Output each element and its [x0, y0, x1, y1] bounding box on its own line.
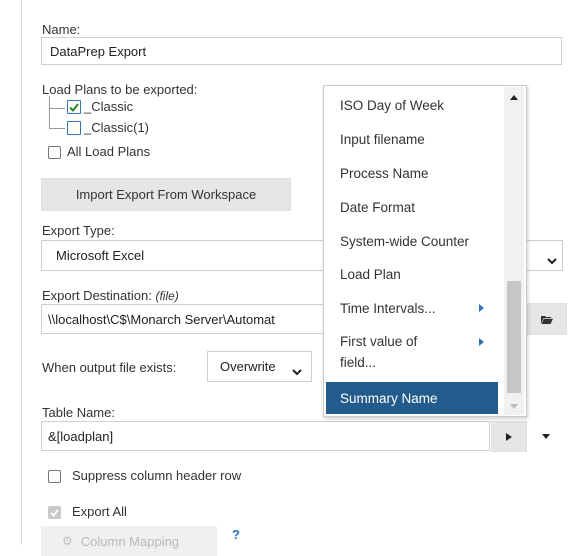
load-plan-checkbox-classic[interactable] — [67, 100, 81, 114]
checkmark-icon — [69, 102, 79, 112]
submenu-arrow-icon — [479, 304, 484, 312]
menu-item-first-value-of-field[interactable]: First value of field... — [326, 326, 498, 378]
scroll-up-icon[interactable] — [510, 95, 518, 100]
scroll-down-icon[interactable] — [510, 404, 518, 409]
load-plans-label: Load Plans to be exported: — [42, 82, 198, 97]
panel-left-border — [21, 0, 22, 545]
menu-item-iso-day-of-week[interactable]: ISO Day of Week — [326, 89, 498, 121]
menu-item-time-intervals-label: Time Intervals... — [340, 300, 436, 316]
chevron-down-icon — [547, 253, 557, 268]
export-all-label: Export All — [72, 504, 127, 519]
menu-item-system-wide-counter[interactable]: System-wide Counter — [326, 225, 498, 257]
column-mapping-button[interactable]: ⚙ Column Mapping — [41, 526, 217, 556]
menu-item-input-filename[interactable]: Input filename — [326, 123, 498, 155]
play-icon — [506, 432, 512, 441]
submenu-arrow-icon — [479, 338, 484, 346]
menu-item-first-value-label-2: field... — [340, 355, 377, 370]
folder-open-icon — [541, 315, 553, 324]
menu-item-date-format[interactable]: Date Format — [326, 191, 498, 223]
load-plan-label-classic-1: _Classic(1) — [84, 120, 150, 135]
load-plan-checkbox-classic-1[interactable] — [67, 121, 81, 135]
column-mapping-label: Column Mapping — [80, 533, 180, 549]
file-exists-value: Overwrite — [220, 359, 276, 374]
chevron-down-icon — [542, 434, 550, 439]
insert-token-button[interactable] — [491, 421, 527, 452]
name-input[interactable]: DataPrep Export — [41, 37, 562, 65]
export-all-checkbox[interactable] — [48, 506, 61, 519]
table-name-input[interactable]: &[loadplan] — [41, 421, 490, 451]
menu-item-time-intervals[interactable]: Time Intervals... — [326, 292, 498, 324]
tree-line-branch — [49, 128, 65, 129]
help-icon[interactable]: ? — [232, 527, 240, 542]
token-menu-toggle[interactable] — [528, 421, 564, 452]
tree-line-branch — [49, 108, 65, 109]
import-export-button[interactable]: Import Export From Workspace — [41, 178, 291, 211]
suppress-header-checkbox[interactable] — [48, 470, 61, 483]
tree-line-vertical — [49, 96, 50, 128]
menu-item-summary-name[interactable]: Summary Name — [326, 382, 498, 414]
checkmark-icon — [50, 508, 59, 517]
export-destination-input[interactable]: \\localhost\C$\Monarch Server\Automat — [41, 304, 327, 334]
token-dropdown-menu: ISO Day of Week Input filename Process N… — [323, 85, 527, 417]
export-type-label: Export Type: — [42, 223, 115, 238]
export-destination-label: Export Destination: (file) — [42, 288, 179, 303]
name-label: Name: — [42, 22, 81, 37]
dropdown-scroll-thumb[interactable] — [507, 281, 521, 393]
load-plan-label-classic: _Classic — [84, 99, 134, 114]
browse-folder-button[interactable] — [527, 303, 567, 335]
suppress-header-label: Suppress column header row — [72, 468, 242, 483]
menu-item-first-value-label: First value of — [340, 334, 418, 349]
menu-item-process-name[interactable]: Process Name — [326, 157, 498, 189]
export-destination-hint: (file) — [155, 289, 179, 303]
all-load-plans-label: All Load Plans — [67, 144, 151, 159]
table-name-label: Table Name: — [42, 405, 115, 420]
gear-icon: ⚙ — [62, 534, 73, 548]
export-type-value: Microsoft Excel — [56, 248, 145, 263]
menu-item-load-plan[interactable]: Load Plan — [326, 258, 498, 290]
file-exists-label: When output file exists: — [42, 360, 177, 375]
all-load-plans-checkbox[interactable] — [48, 146, 61, 159]
chevron-down-icon — [292, 364, 302, 379]
